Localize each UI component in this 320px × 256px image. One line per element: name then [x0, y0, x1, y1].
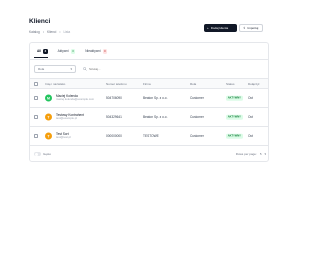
breadcrumb-separator: •: [59, 30, 61, 34]
clients-table: Imię i nazwisko Numer telefonu Firma Rol…: [30, 78, 268, 146]
import-button[interactable]: ⇪ Importuj: [239, 24, 263, 32]
rows-per-page-label: Rows per page:: [235, 152, 257, 156]
client-role: Customer: [190, 96, 204, 100]
tab-all-count: 3: [43, 48, 48, 54]
client-email: maciej.kolenda@example.com: [56, 97, 95, 102]
rows-per-page-select[interactable]: 5: [260, 152, 262, 156]
tab-inactive-count: 0: [102, 48, 108, 54]
client-joined: Oct: [248, 115, 253, 119]
row-checkbox[interactable]: [34, 134, 38, 138]
client-role: Customer: [190, 115, 204, 119]
breadcrumb-item-katalog[interactable]: Katalog: [29, 30, 40, 34]
breadcrumb: Katalog • Klienci • Lista: [29, 30, 70, 34]
table-row[interactable]: T Test Sort test@test.pl 000000000 TESTO…: [30, 127, 268, 146]
role-filter-label: Rola: [38, 67, 45, 71]
column-header-phone[interactable]: Numer telefonu: [106, 82, 127, 86]
dense-toggle-wrap: Gęsto: [34, 152, 51, 156]
breadcrumb-item-klienci[interactable]: Klienci: [47, 30, 56, 34]
dense-label: Gęsto: [43, 152, 52, 156]
column-header-name[interactable]: Imię i nazwisko: [45, 82, 65, 86]
tab-all-label: All: [37, 49, 42, 53]
page-title: Klienci: [29, 18, 51, 25]
divider: [30, 59, 268, 60]
tab-all[interactable]: All 3: [34, 47, 51, 56]
table-footer: Gęsto Rows per page: 5 ▾: [34, 149, 266, 159]
tab-active-label: Aktywni: [57, 49, 69, 53]
search-icon: [83, 66, 87, 72]
status-badge: AKTYWNY: [226, 114, 243, 120]
plus-icon: +: [207, 26, 209, 30]
select-all-checkbox[interactable]: [34, 81, 38, 86]
status-badge: AKTYWNY: [226, 95, 243, 101]
client-phone: 504706090: [106, 96, 122, 100]
tab-inactive-label: Nieaktywni: [85, 49, 101, 53]
breadcrumb-item-current: Lista: [63, 30, 71, 34]
add-client-button[interactable]: + Dodaj klienta: [204, 24, 237, 32]
row-checkbox[interactable]: [34, 96, 38, 100]
toolbar: Rola ▾: [34, 64, 266, 74]
client-name-block: Testowy Kontrahent test@example.pl: [56, 113, 84, 121]
add-client-label: Dodaj klienta: [210, 26, 229, 30]
avatar: T: [45, 132, 52, 140]
breadcrumb-separator: •: [42, 30, 44, 34]
role-filter-select[interactable]: Rola ▾: [34, 65, 76, 73]
chevron-down-icon: ▾: [70, 67, 72, 71]
client-role: Customer: [190, 134, 204, 138]
client-joined: Oct: [248, 134, 253, 138]
pagination: Rows per page: 5 ▾: [236, 152, 266, 156]
client-email: test@example.pl: [56, 116, 77, 121]
row-checkbox[interactable]: [34, 115, 38, 119]
tabs: All 3 Aktywni 3 Nieaktywni 0: [30, 43, 268, 59]
client-name-block: Test Sort test@test.pl: [56, 132, 71, 140]
table-row[interactable]: T Testowy Kontrahent test@example.pl 504…: [30, 108, 268, 127]
client-company: Beaton Sp. z o.o.: [143, 96, 168, 100]
upload-icon: ⇪: [243, 26, 246, 30]
client-email: test@test.pl: [56, 135, 71, 140]
column-header-status[interactable]: Status: [226, 82, 235, 86]
table-header: Imię i nazwisko Numer telefonu Firma Rol…: [30, 78, 268, 89]
client-phone: 000000000: [106, 134, 122, 138]
avatar: T: [45, 113, 52, 121]
search-input[interactable]: [89, 67, 149, 71]
clients-card: All 3 Aktywni 3 Nieaktywni 0 Rola ▾ Imię…: [29, 42, 269, 162]
client-joined: Oct: [248, 96, 253, 100]
tab-active-count: 3: [70, 48, 76, 54]
tab-active[interactable]: Aktywni 3: [55, 47, 79, 56]
avatar: M: [45, 94, 52, 102]
import-label: Importuj: [247, 26, 259, 30]
client-phone: 504329641: [106, 115, 122, 119]
column-header-role[interactable]: Rola: [190, 82, 196, 86]
client-company: TESTOWE: [143, 134, 159, 138]
search-box: [81, 65, 151, 73]
client-company: Beaton Sp. z o.o.: [143, 115, 168, 119]
tab-inactive[interactable]: Nieaktywni 0: [82, 47, 110, 56]
column-header-date[interactable]: Dołączył: [248, 82, 259, 86]
table-row[interactable]: M Maciej Kolenda maciej.kolenda@example.…: [30, 89, 268, 108]
chevron-down-icon: ▾: [264, 152, 266, 156]
client-name-block: Maciej Kolenda maciej.kolenda@example.co…: [56, 94, 94, 102]
dense-toggle[interactable]: [34, 152, 41, 156]
tab-active-indicator: [34, 57, 48, 58]
column-header-company[interactable]: Firma: [143, 82, 151, 86]
status-badge: AKTYWNY: [226, 133, 243, 139]
